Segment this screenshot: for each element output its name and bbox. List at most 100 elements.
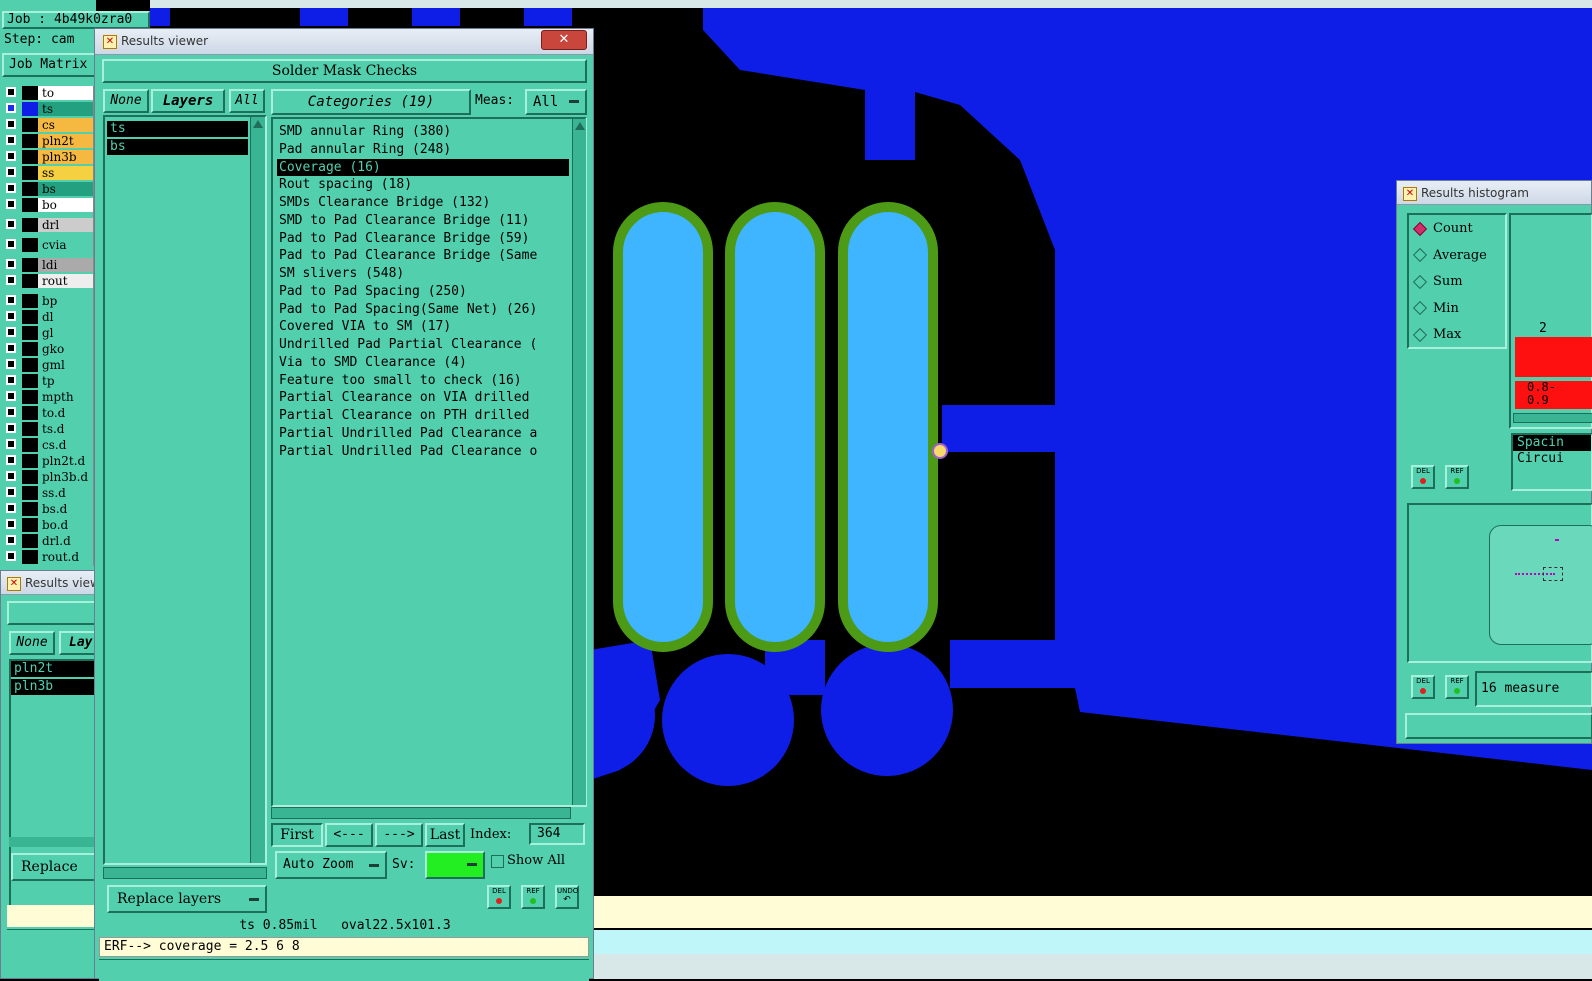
- replace-layers-dropdown[interactable]: Replace layers: [107, 885, 267, 913]
- back-layer-item[interactable]: pln2t: [11, 661, 99, 677]
- hist-del-button[interactable]: DEL: [1411, 465, 1435, 489]
- back-none-button[interactable]: None: [9, 631, 55, 655]
- scroll-up-icon[interactable]: [253, 120, 263, 128]
- category-item[interactable]: Partial Clearance on PTH drilled: [277, 407, 569, 424]
- layer-checkbox[interactable]: [6, 151, 16, 161]
- layer-checkbox[interactable]: [6, 535, 16, 545]
- histogram-preview[interactable]: [1407, 503, 1592, 663]
- layer-row-pln2t[interactable]: pln2t: [6, 134, 98, 148]
- layer-row-bs-d[interactable]: bs.d: [6, 502, 98, 516]
- histogram-option-max[interactable]: Max: [1412, 327, 1461, 342]
- pad-2[interactable]: [725, 202, 825, 652]
- prev-button[interactable]: <---: [325, 823, 373, 847]
- category-item[interactable]: SMD annular Ring (380): [277, 123, 569, 140]
- next-button[interactable]: --->: [375, 823, 423, 847]
- layer-row-to-d[interactable]: to.d: [6, 406, 98, 420]
- layer-checkbox[interactable]: [6, 275, 16, 285]
- hist-ref-button[interactable]: REF: [1445, 465, 1469, 489]
- layer-checkbox[interactable]: [6, 343, 16, 353]
- chart-hscroll[interactable]: [1513, 413, 1592, 423]
- layer-checkbox[interactable]: [6, 455, 16, 465]
- layer-row-cvia[interactable]: cvia: [6, 238, 98, 252]
- layer-checkbox[interactable]: [6, 423, 16, 433]
- category-item[interactable]: Pad to Pad Spacing(Same Net) (26): [277, 301, 569, 318]
- hist-del-button-2[interactable]: DEL: [1411, 675, 1435, 699]
- layer-checkbox[interactable]: [6, 375, 16, 385]
- back-viewer-titlebar[interactable]: ✕ Results view: [1, 571, 99, 595]
- all-button[interactable]: All: [229, 89, 265, 113]
- layer-row-cs-d[interactable]: cs.d: [6, 438, 98, 452]
- error-marker[interactable]: [932, 443, 948, 459]
- category-item[interactable]: Partial Undrilled Pad Clearance o: [277, 443, 569, 460]
- layer-checkbox[interactable]: [6, 219, 16, 229]
- show-all-checkbox[interactable]: [491, 855, 504, 868]
- layer-row-tp[interactable]: tp: [6, 374, 98, 388]
- layer-checkbox[interactable]: [6, 519, 16, 529]
- undo-button[interactable]: UNDO ↶: [555, 885, 579, 909]
- layer-checkbox[interactable]: [6, 167, 16, 177]
- hist-ref-button-2[interactable]: REF: [1445, 675, 1469, 699]
- layer-row-bs[interactable]: bs: [6, 182, 98, 196]
- layer-row-bo[interactable]: bo: [6, 198, 98, 212]
- layer-row-drl[interactable]: drl: [6, 218, 98, 232]
- layer-checkbox[interactable]: [6, 135, 16, 145]
- category-item[interactable]: Pad to Pad Clearance Bridge (Same: [277, 247, 569, 264]
- layer-checkbox[interactable]: [6, 295, 16, 305]
- layer-checkbox[interactable]: [6, 503, 16, 513]
- layer-item-bs[interactable]: bs: [107, 139, 248, 155]
- categories-listbox[interactable]: SMD annular Ring (380) Pad annular Ring (…: [271, 117, 587, 807]
- categories-vscroll[interactable]: [572, 119, 586, 805]
- layer-checkbox[interactable]: [6, 183, 16, 193]
- layer-checkbox[interactable]: [6, 487, 16, 497]
- layer-row-drl-d[interactable]: drl.d: [6, 534, 98, 548]
- layer-row-mpth[interactable]: mpth: [6, 390, 98, 404]
- layer-row-rout-d[interactable]: rout.d: [6, 550, 98, 564]
- category-item[interactable]: Partial Clearance on VIA drilled: [277, 389, 569, 406]
- auto-zoom-dropdown[interactable]: Auto Zoom: [275, 851, 387, 879]
- layer-checkbox[interactable]: [6, 119, 16, 129]
- layer-checkbox[interactable]: [6, 471, 16, 481]
- category-item[interactable]: Pad to Pad Spacing (250): [277, 283, 569, 300]
- layer-row-ts-d[interactable]: ts.d: [6, 422, 98, 436]
- layers-hscroll[interactable]: [103, 867, 267, 879]
- layer-row-ss[interactable]: ss: [6, 166, 98, 180]
- layer-row-pln3b[interactable]: pln3b: [6, 150, 98, 164]
- results-viewer-titlebar[interactable]: ✕ Results viewer ✕: [95, 29, 593, 55]
- none-button[interactable]: None: [103, 89, 149, 113]
- del-button[interactable]: DEL: [487, 885, 511, 909]
- layer-row-pln2t-d[interactable]: pln2t.d: [6, 454, 98, 468]
- layers-vscroll[interactable]: [250, 117, 265, 863]
- layer-row-pln3b-d[interactable]: pln3b.d: [6, 470, 98, 484]
- category-item[interactable]: Pad to Pad Clearance Bridge (59): [277, 230, 569, 247]
- histogram-option-average[interactable]: Average: [1412, 248, 1487, 263]
- category-item[interactable]: Via to SMD Clearance (4): [277, 354, 569, 371]
- layer-checkbox[interactable]: [6, 327, 16, 337]
- ref-button[interactable]: REF: [521, 885, 545, 909]
- category-item[interactable]: SM slivers (548): [277, 265, 569, 282]
- histogram-option-min[interactable]: Min: [1412, 301, 1459, 316]
- histogram-option-count[interactable]: Count: [1412, 221, 1473, 236]
- histogram-option-sum[interactable]: Sum: [1412, 274, 1463, 289]
- layer-checkbox[interactable]: [6, 103, 16, 113]
- back-replace-button[interactable]: Replace: [11, 853, 97, 881]
- category-item[interactable]: Covered VIA to SM (17): [277, 318, 569, 335]
- category-item[interactable]: Feature too small to check (16): [277, 372, 569, 389]
- close-button[interactable]: ✕: [541, 30, 587, 50]
- index-input[interactable]: 364: [529, 823, 585, 845]
- category-item[interactable]: SMD to Pad Clearance Bridge (11): [277, 212, 569, 229]
- layer-checkbox[interactable]: [6, 259, 16, 269]
- histogram-bar[interactable]: [1515, 337, 1592, 377]
- layer-checkbox[interactable]: [6, 239, 16, 249]
- layers-listbox[interactable]: ts bs: [103, 115, 267, 865]
- job-matrix-button[interactable]: Job Matrix: [2, 53, 96, 77]
- layer-checkbox[interactable]: [6, 551, 16, 561]
- categories-button[interactable]: Categories (19): [271, 89, 471, 115]
- sv-color-dropdown[interactable]: [425, 851, 485, 879]
- category-item[interactable]: Coverage (16): [277, 158, 569, 176]
- layers-button[interactable]: Layers: [151, 89, 225, 113]
- category-item[interactable]: SMDs Clearance Bridge (132): [277, 194, 569, 211]
- layer-checkbox[interactable]: [6, 407, 16, 417]
- layer-row-gml[interactable]: gml: [6, 358, 98, 372]
- category-item[interactable]: Pad annular Ring (248): [277, 141, 569, 158]
- back-layer-item[interactable]: pln3b: [11, 679, 99, 695]
